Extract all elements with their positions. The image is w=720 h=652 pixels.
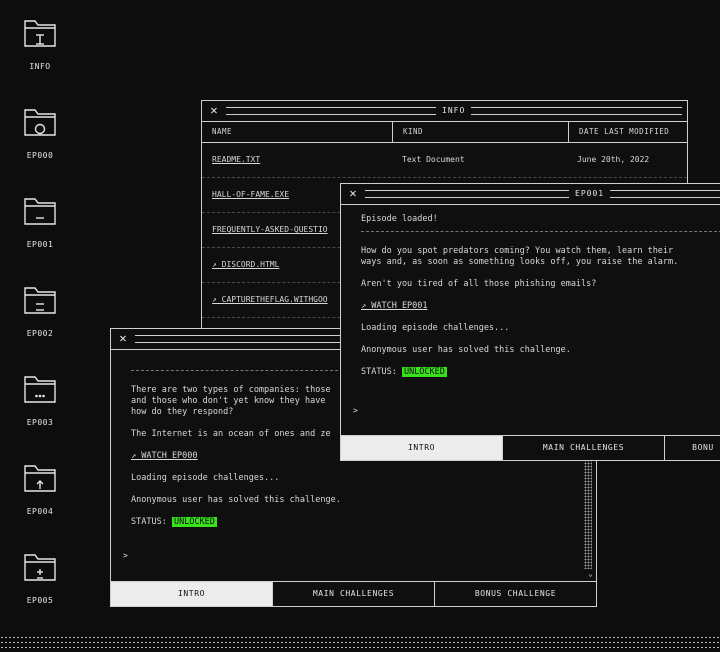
scroll-down-icon[interactable]: ⌄ xyxy=(588,569,593,578)
command-prompt[interactable]: > xyxy=(123,551,128,560)
dotted-border xyxy=(0,641,720,644)
window-title: EP001 xyxy=(569,184,611,204)
arrow-up-icon xyxy=(36,480,44,489)
close-icon[interactable]: ✕ xyxy=(117,332,129,344)
ep001-tabs: INTRO MAIN CHALLENGES BONU xyxy=(341,435,720,460)
file-kind: Text Document xyxy=(402,155,465,164)
command-prompt[interactable]: > xyxy=(353,406,358,415)
folder-ep004[interactable]: EP004 xyxy=(18,463,62,516)
folder-label: EP004 xyxy=(26,507,54,516)
episode-text: Episode loaded! How do you spot predator… xyxy=(341,205,720,378)
file-name[interactable]: README.TXT xyxy=(202,143,392,177)
folder-label: INFO xyxy=(29,62,51,71)
solved-text: Anonymous user has solved this challenge… xyxy=(361,345,571,355)
text-cursor-icon xyxy=(36,34,44,45)
folder-ep000[interactable]: EP000 xyxy=(18,107,62,160)
table-header: NAME KIND DATE LAST MODIFIED xyxy=(202,122,687,143)
folder-label: EP002 xyxy=(26,329,54,338)
folder-label: EP000 xyxy=(26,151,54,160)
column-header-name[interactable]: NAME xyxy=(202,122,393,142)
close-icon[interactable]: ✕ xyxy=(208,104,220,116)
folder-info[interactable]: INFO xyxy=(18,18,62,71)
folder-ep002[interactable]: EP002 xyxy=(18,285,62,338)
title-stripes xyxy=(365,190,720,198)
column-header-kind[interactable]: KIND xyxy=(393,122,569,142)
info-titlebar[interactable]: ✕ INFO xyxy=(202,101,687,122)
status-badge: UNLOCKED xyxy=(401,367,447,377)
window-title: INFO xyxy=(436,101,472,121)
separator xyxy=(361,231,720,232)
folder-label: EP005 xyxy=(26,596,54,605)
ellipsis-icon xyxy=(35,394,45,398)
folder-label: EP003 xyxy=(26,418,54,427)
folder-icon xyxy=(24,287,56,314)
intro-paragraph: How do you spot predators coming? You wa… xyxy=(361,246,679,267)
tab-main-challenges[interactable]: MAIN CHALLENGES xyxy=(273,582,435,606)
plus-minus-icon xyxy=(37,569,43,579)
folder-icon xyxy=(24,109,56,136)
status-label: STATUS: xyxy=(131,517,167,527)
file-date: June 20th, 2022 xyxy=(577,155,650,164)
tab-intro[interactable]: INTRO xyxy=(341,436,503,460)
status-label: STATUS: xyxy=(361,367,397,377)
folder-icon xyxy=(24,20,56,47)
loaded-text: Episode loaded! xyxy=(361,214,438,224)
folder-ep003[interactable]: EP003 xyxy=(18,374,62,427)
folder-label: EP001 xyxy=(26,240,54,249)
folder-ep001[interactable]: EP001 xyxy=(18,196,62,249)
equals-icon xyxy=(36,303,44,311)
tab-bonus-challenge[interactable]: BONU xyxy=(665,436,720,460)
loading-text: Loading episode challenges... xyxy=(131,473,280,483)
dotted-border xyxy=(0,636,720,639)
intro-paragraph-2: Aren't you tired of all those phishing e… xyxy=(361,279,597,289)
watch-ep000-link[interactable]: ↗ WATCH EP000 xyxy=(131,451,198,461)
folder-icon xyxy=(24,198,56,225)
folder-ep005[interactable]: EP005 xyxy=(18,552,62,605)
tab-bonus-challenge[interactable]: BONUS CHALLENGE xyxy=(435,582,596,606)
dotted-border xyxy=(0,646,720,649)
folder-icon xyxy=(24,554,56,581)
tab-main-challenges[interactable]: MAIN CHALLENGES xyxy=(503,436,665,460)
ep000-tabs: INTRO MAIN CHALLENGES BONUS CHALLENGE xyxy=(111,581,596,606)
solved-text: Anonymous user has solved this challenge… xyxy=(131,495,341,505)
title-stripes xyxy=(470,107,682,115)
folder-icon xyxy=(24,465,56,492)
ep001-titlebar[interactable]: ✕ EP001 xyxy=(341,184,720,205)
tab-intro[interactable]: INTRO xyxy=(111,582,273,606)
column-header-date[interactable]: DATE LAST MODIFIED xyxy=(569,122,687,142)
table-row[interactable]: README.TXT Text Document June 20th, 2022 xyxy=(202,143,687,178)
folder-icon xyxy=(24,376,56,403)
ep001-window: ✕ EP001 Episode loaded! How do you spot … xyxy=(340,183,720,461)
loading-text: Loading episode challenges... xyxy=(361,323,510,333)
watch-ep001-link[interactable]: ↗ WATCH EP001 xyxy=(361,301,428,311)
close-icon[interactable]: ✕ xyxy=(347,187,359,199)
status-badge: UNLOCKED xyxy=(171,517,217,527)
circle-icon xyxy=(34,123,46,135)
